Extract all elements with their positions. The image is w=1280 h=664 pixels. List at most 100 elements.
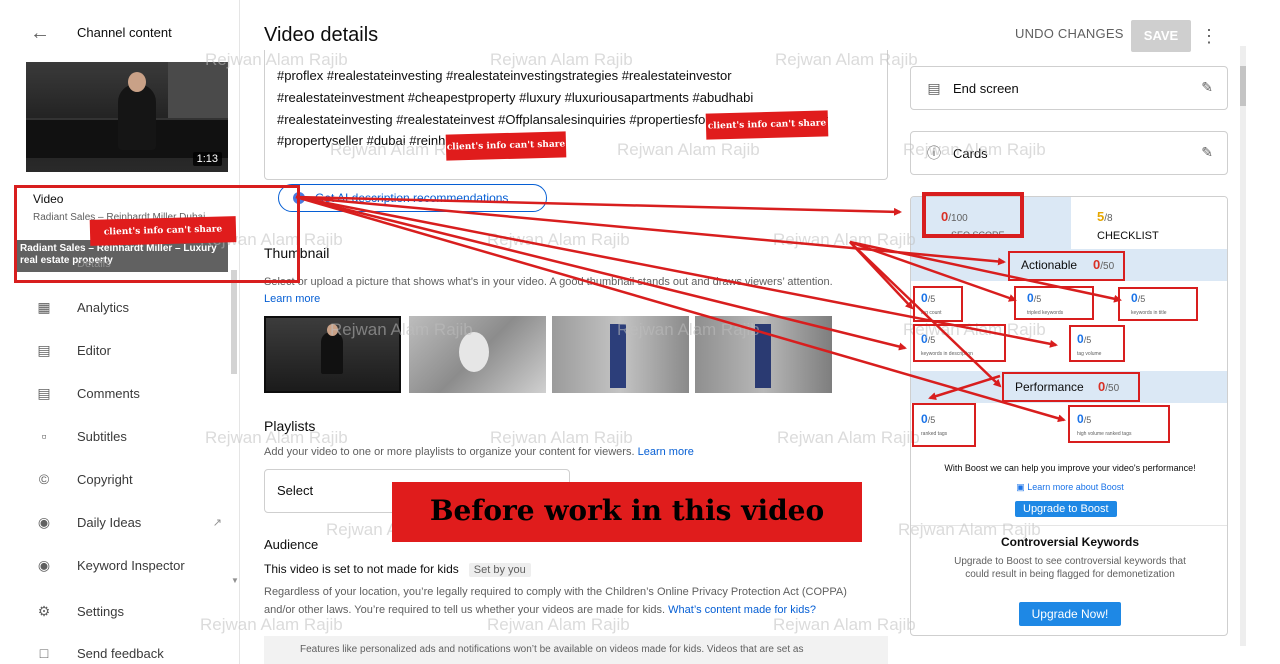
end-screen-label: End screen	[953, 81, 1019, 96]
tubebuddy-icon: ◉	[37, 557, 51, 573]
metric-label: keywords in description	[921, 351, 973, 357]
thumbnail-learn-more-link[interactable]: Learn more	[264, 293, 320, 305]
description-line: #proflex #realestateinvesting #realestat…	[277, 68, 732, 83]
thumbnail-option-2[interactable]	[409, 316, 546, 393]
sidebar-item-label: Copyright	[77, 471, 133, 487]
playlist-select[interactable]: Select	[264, 469, 570, 513]
ai-description-button[interactable]: Get AI description recommendations	[278, 184, 547, 212]
metric-tag-count: 0/5	[921, 291, 936, 305]
sidebar-item-keyword-inspector[interactable]: ◉ Keyword Inspector	[0, 550, 236, 580]
undo-changes-button[interactable]: UNDO CHANGES	[1015, 26, 1124, 41]
playlists-desc: Add your video to one or more playlists …	[264, 446, 694, 458]
audience-status: This video is set to not made for kids Se…	[264, 562, 531, 577]
video-label: Video	[33, 192, 64, 206]
playlists-learn-more-link[interactable]: Learn more	[638, 446, 694, 458]
description-line: #propertyseller #dubai #reinhardtmiller	[277, 133, 499, 148]
description-field[interactable]: #proflex #realestateinvesting #realestat…	[264, 50, 888, 180]
analytics-icon: ▦	[37, 299, 51, 315]
set-by-you-badge: Set by you	[468, 563, 531, 577]
controversial-keywords-desc: Upgrade to Boost to see controversial ke…	[954, 556, 1186, 580]
description-line: #realestateinvestment #cheapestproperty …	[277, 90, 754, 105]
boost-text: With Boost we can help you improve your …	[944, 463, 1196, 473]
actionable-label: Actionable	[1021, 258, 1078, 272]
cards-label: Cards	[953, 146, 988, 161]
checklist-tab[interactable]: 5/8 CHECKLIST	[1071, 197, 1227, 249]
save-button[interactable]: SAVE	[1131, 20, 1191, 52]
end-screen-card[interactable]: ▤ End screen ✎	[910, 66, 1228, 110]
audience-paragraph: Regardless of your location, you’re lega…	[264, 586, 847, 598]
tubebuddy-icon: ◉	[37, 514, 51, 530]
playlists-title: Playlists	[264, 418, 316, 434]
metric-ranked-tags: 0/5	[921, 412, 936, 426]
sidebar-item-daily-ideas[interactable]: ◉ Daily Ideas ↗	[0, 507, 236, 537]
page-title: Video details	[264, 24, 379, 46]
pencil-icon[interactable]: ✎	[1201, 79, 1213, 96]
sidebar-item-subtitles[interactable]: ▫ Subtitles	[0, 421, 236, 451]
thumbnail-option-1[interactable]	[264, 316, 401, 393]
ai-description-label: Get AI description recommendations	[315, 191, 509, 205]
watermark: Rejwan Alam Rajib	[777, 428, 920, 447]
video-thumbnail[interactable]: 1:13	[26, 62, 228, 172]
sidebar-item-label: Keyword Inspector	[77, 557, 185, 573]
sidebar-item-details[interactable]: Details	[77, 258, 111, 270]
feedback-icon: □	[39, 645, 49, 661]
thumbnail-options	[264, 316, 834, 394]
sidebar: ← Channel content 1:13 Video Radiant Sal…	[0, 0, 240, 664]
pencil-icon[interactable]: ✎	[1201, 144, 1213, 161]
tubebuddy-seo-panel: 0/100 SEO SCORE 5/8 CHECKLIST Actionable…	[910, 196, 1228, 636]
watermark: Rejwan Alam Rajib	[773, 615, 916, 634]
sidebar-item-editor[interactable]: ▤ Editor	[0, 335, 236, 365]
watermark: Rejwan Alam Rajib	[612, 520, 755, 539]
sidebar-item-copyright[interactable]: © Copyright	[0, 464, 236, 494]
performance-label: Performance	[1015, 380, 1084, 394]
external-link-icon: ↗	[212, 516, 222, 529]
checklist-label: CHECKLIST	[1097, 230, 1159, 242]
boost-learn-more-link[interactable]: ▣ Learn more about Boost	[911, 482, 1227, 493]
performance-band: Performance 0/50	[911, 371, 1227, 403]
ai-sparkle-icon	[293, 192, 305, 204]
back-arrow-icon[interactable]: ←	[30, 22, 56, 44]
sidebar-item-comments[interactable]: ▤ Comments	[0, 378, 236, 408]
sidebar-item-label: Comments	[77, 385, 140, 401]
video-title-tooltip: Radiant Sales – Reinhardt Miller – Luxur…	[14, 240, 228, 272]
info-icon: ⓘ	[927, 145, 941, 161]
sidebar-item-label: Editor	[77, 342, 111, 358]
sidebar-item-settings[interactable]: ⚙ Settings	[0, 596, 236, 626]
upgrade-now-button[interactable]: Upgrade Now!	[1019, 602, 1121, 626]
watermark: Rejwan Alam Rajib	[487, 230, 630, 249]
metric-label: high volume ranked tags	[1077, 431, 1132, 437]
upgrade-to-boost-button[interactable]: Upgrade to Boost	[1015, 501, 1117, 517]
thumbnail-option-4[interactable]	[695, 316, 832, 393]
more-options-icon[interactable]: ⋮	[1200, 22, 1218, 50]
page-scrollbar[interactable]	[1240, 46, 1246, 646]
metric-high-volume-ranked-tags: 0/5	[1077, 412, 1092, 426]
metric-keywords-in-description: 0/5	[921, 332, 936, 346]
metric-label: tripled keywords	[1027, 310, 1064, 316]
made-for-kids-link[interactable]: What’s content made for kids?	[668, 604, 816, 616]
metric-label: tag volume	[1077, 351, 1102, 357]
controversial-keywords-title: Controversial Keywords	[1000, 535, 1140, 549]
seo-score-tab[interactable]: 0/100 SEO SCORE	[911, 197, 1071, 249]
description-line: #realestateinvesting #realestateinvest #…	[277, 112, 829, 127]
sidebar-item-label: Daily Ideas	[77, 514, 142, 530]
audience-info-strip: Features like personalized ads and notif…	[264, 636, 888, 664]
sidebar-title: Channel content	[77, 25, 172, 40]
cards-card[interactable]: ⓘ Cards ✎	[910, 131, 1228, 175]
sidebar-item-analytics[interactable]: ▦ Analytics	[0, 292, 236, 322]
watermark: Rejwan Alam Rajib	[326, 520, 469, 539]
scroll-down-icon[interactable]: ▼	[231, 576, 239, 585]
sidebar-item-send-feedback[interactable]: □ Send feedback	[0, 638, 236, 664]
thumbnail-section-title: Thumbnail	[264, 245, 330, 261]
copyright-icon: ©	[38, 471, 50, 487]
sidebar-scrollbar[interactable]	[231, 270, 237, 374]
seo-score-label: SEO SCORE	[951, 230, 1005, 240]
video-duration: 1:13	[192, 152, 222, 166]
metric-tripled-keywords: 0/5	[1027, 291, 1042, 305]
audience-title: Audience	[264, 537, 319, 552]
sidebar-item-label: Subtitles	[77, 428, 127, 444]
thumbnail-option-3[interactable]	[552, 316, 689, 393]
metric-tag-volume: 0/5	[1077, 332, 1092, 346]
editor-icon: ▤	[37, 342, 51, 358]
thumbnail-section-desc: Select or upload a picture that shows wh…	[264, 276, 833, 288]
boost-icon: ▣	[1016, 482, 1028, 492]
